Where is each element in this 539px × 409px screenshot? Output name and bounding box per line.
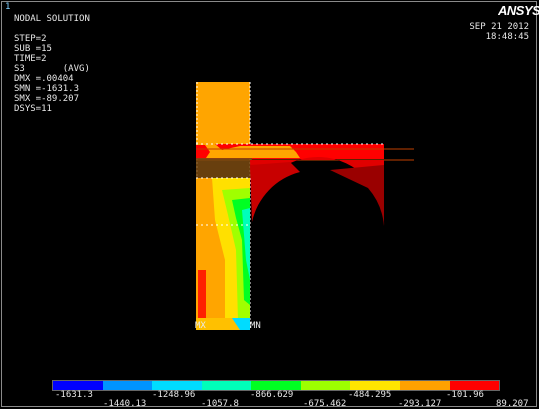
legend-label-3: -1248.96: [152, 390, 196, 400]
legend-swatch-4: [201, 381, 252, 390]
mx-marker: MX: [195, 321, 206, 331]
arch-right-dark: [330, 165, 384, 226]
legend-swatch-6: [300, 381, 351, 390]
legend-label-6: -675.462: [303, 399, 347, 409]
legend-label-8: -293.127: [398, 399, 442, 409]
legend-label-2: -1440.13: [103, 399, 147, 409]
legend-swatch-1: [53, 381, 103, 390]
mn-marker: MN: [250, 321, 261, 331]
legend-swatch-2: [102, 381, 153, 390]
graphics-viewport[interactable]: 1 ANSYS NODAL SOLUTION STEP=2 SUB =15 TI…: [0, 0, 539, 409]
legend-label-4: -1057.8: [201, 399, 239, 409]
legend-swatch-9: [449, 381, 500, 390]
arch-left: [250, 162, 300, 222]
legend-swatch-8: [399, 381, 450, 390]
column-upper: [196, 82, 250, 144]
contour-plot: [196, 82, 414, 330]
legend-label-9: -101.96: [446, 390, 484, 400]
legend-label-5: -866.629: [250, 390, 294, 400]
legend-label-7: -484.295: [348, 390, 392, 400]
flange-orange-region: [196, 144, 300, 158]
contour-red-edge: [198, 270, 206, 320]
legend-swatch-3: [152, 381, 202, 390]
legend-label-1: -1631.3: [55, 390, 93, 400]
legend-swatch-7: [350, 381, 400, 390]
legend-label-10: 89.207: [496, 399, 529, 409]
shadow-zone: [196, 158, 252, 178]
legend-swatch-5: [251, 381, 301, 390]
